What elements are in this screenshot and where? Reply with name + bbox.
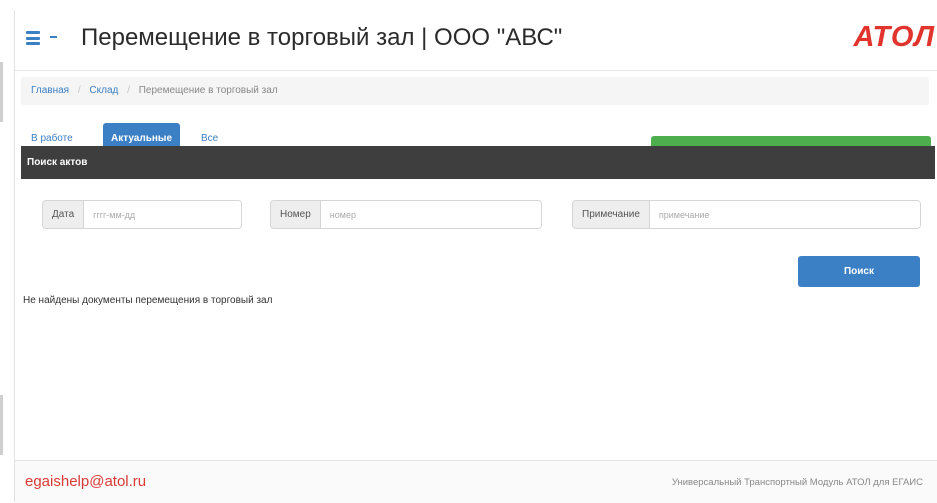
empty-results-message: Не найдены документы перемещения в торго… — [23, 295, 273, 306]
search-section-header: Поиск актов — [21, 146, 935, 179]
breadcrumb-home-link[interactable]: Главная — [31, 85, 69, 96]
note-input[interactable] — [649, 201, 920, 228]
window-edge-marker — [0, 62, 3, 122]
breadcrumb-separator: / — [77, 85, 81, 96]
note-filter-label: Примечание — [573, 201, 650, 228]
number-filter-group: Номер — [270, 200, 542, 229]
breadcrumb-current: Перемещение в торговый зал — [138, 85, 278, 96]
footer-product-name: Универсальный Транспортный Модуль АТОЛ д… — [671, 477, 923, 488]
search-button[interactable]: Поиск — [798, 256, 920, 287]
menu-caret-icon[interactable] — [50, 36, 57, 38]
date-input[interactable] — [84, 201, 241, 228]
breadcrumb: Главная / Склад / Перемещение в торговый… — [21, 77, 929, 105]
hamburger-menu-icon[interactable] — [26, 31, 40, 45]
app-frame: Перемещение в торговый зал | ООО "АВС" А… — [14, 10, 937, 503]
page-footer: egaishelp@atol.ru Универсальный Транспор… — [15, 460, 937, 503]
page-title: Перемещение в торговый зал | ООО "АВС" — [81, 24, 563, 51]
number-filter-label: Номер — [271, 201, 321, 228]
date-filter-group: Дата — [42, 200, 242, 229]
window-edge-marker — [0, 395, 3, 455]
support-email-link[interactable]: egaishelp@atol.ru — [25, 473, 146, 490]
date-filter-label: Дата — [43, 201, 85, 228]
note-filter-group: Примечание — [572, 200, 921, 229]
atol-logo: АТОЛ — [853, 21, 935, 53]
page-header: Перемещение в торговый зал | ООО "АВС" А… — [15, 10, 937, 71]
breadcrumb-warehouse-link[interactable]: Склад — [89, 85, 118, 96]
number-input[interactable] — [320, 201, 541, 228]
breadcrumb-separator: / — [127, 85, 130, 96]
